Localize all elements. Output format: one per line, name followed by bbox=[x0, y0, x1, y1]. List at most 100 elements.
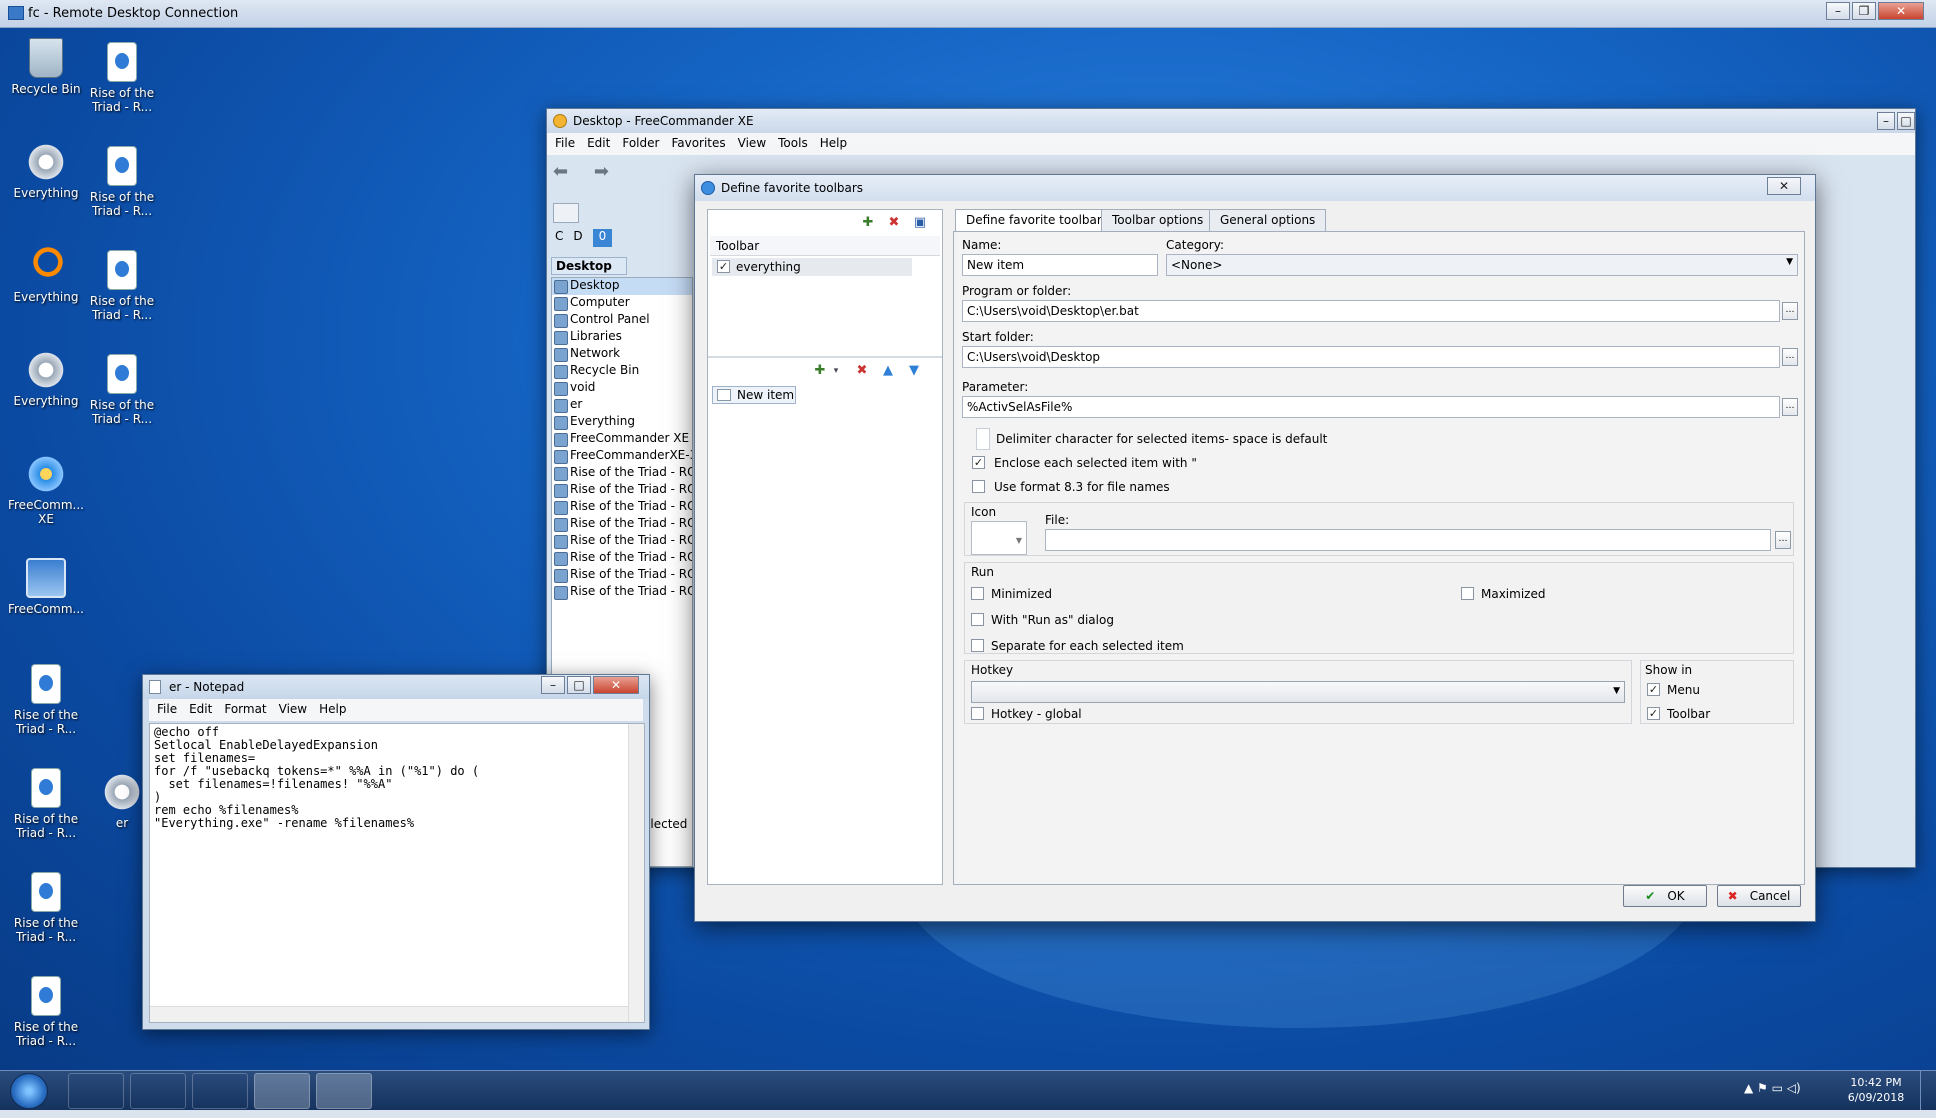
notepad-text-area[interactable]: @echo off Setlocal EnableDelayedExpansion… bbox=[149, 723, 645, 1023]
separate-checkbox[interactable] bbox=[971, 639, 984, 652]
delete-toolbar-icon[interactable]: ✖ bbox=[886, 216, 902, 230]
np-menu-view[interactable]: View bbox=[279, 702, 307, 718]
tree-item[interactable]: Rise of the Triad - RO bbox=[552, 567, 692, 584]
np-menu-help[interactable]: Help bbox=[319, 702, 346, 718]
format83-checkbox[interactable] bbox=[972, 480, 985, 493]
taskbar-notepad-icon[interactable] bbox=[316, 1073, 372, 1109]
browse-icon-file-button[interactable]: … bbox=[1775, 531, 1791, 549]
dialog-close-button[interactable]: ✕ bbox=[1767, 177, 1801, 195]
desktop-icon-recycle-bin[interactable]: Recycle Bin bbox=[4, 38, 88, 96]
browse-program-button[interactable]: … bbox=[1782, 302, 1798, 320]
tree-item[interactable]: Rise of the Triad - RO bbox=[552, 499, 692, 516]
fc-menu-view[interactable]: View bbox=[738, 136, 766, 152]
desktop-icon-rott-1[interactable]: Rise of the Triad - R... bbox=[80, 42, 164, 114]
maximized-checkbox[interactable] bbox=[1461, 587, 1474, 600]
tree-item[interactable]: FreeCommander XE bbox=[552, 431, 692, 448]
tab-toolbar-options[interactable]: Toolbar options bbox=[1101, 209, 1215, 231]
desktop-icon-rott-6[interactable]: Rise of the Triad - R... bbox=[4, 768, 88, 840]
tree-item[interactable]: Rise of the Triad - RO bbox=[552, 550, 692, 567]
taskbar-freecommander-icon[interactable] bbox=[254, 1073, 310, 1109]
desktop-icon-rott-3[interactable]: Rise of the Triad - R... bbox=[80, 250, 164, 322]
back-arrow-icon[interactable]: ⬅ bbox=[553, 161, 568, 182]
cancel-button[interactable]: ✖ Cancel bbox=[1717, 885, 1801, 907]
enclose-checkbox[interactable]: ✓ bbox=[972, 456, 985, 469]
taskbar-media-player-icon[interactable] bbox=[192, 1073, 248, 1109]
category-select[interactable]: <None> ▼ bbox=[1166, 254, 1798, 276]
add-toolbar-icon[interactable]: ✚ bbox=[860, 216, 876, 230]
tree-item[interactable]: Rise of the Triad - RO bbox=[552, 584, 692, 601]
add-item-icon[interactable]: ✚ bbox=[812, 364, 828, 378]
desktop-icon-rott-4[interactable]: Rise of the Triad - R... bbox=[80, 354, 164, 426]
drive-d[interactable]: D bbox=[573, 229, 582, 247]
show-desktop-button[interactable] bbox=[1920, 1071, 1934, 1111]
fc-folder-tab[interactable]: Desktop bbox=[551, 257, 627, 275]
notepad-minimize-button[interactable]: – bbox=[541, 676, 565, 694]
run-as-checkbox[interactable] bbox=[971, 613, 984, 626]
desktop-icon-everything-3[interactable]: Everything bbox=[4, 350, 88, 408]
hotkey-global-checkbox[interactable] bbox=[971, 707, 984, 720]
show-in-menu-checkbox[interactable]: ✓ bbox=[1647, 683, 1660, 696]
desktop-icon-rott-8[interactable]: Rise of the Triad - R... bbox=[4, 976, 88, 1048]
tree-item[interactable]: Rise of the Triad - RO bbox=[552, 533, 692, 550]
np-menu-format[interactable]: Format bbox=[224, 702, 266, 718]
tray-clock[interactable]: 10:42 PM 6/09/2018 bbox=[1836, 1075, 1916, 1105]
rdp-minimize-button[interactable]: – bbox=[1826, 2, 1850, 20]
desktop-icon-everything-1[interactable]: Everything bbox=[4, 142, 88, 200]
rename-toolbar-icon[interactable]: ▣ bbox=[912, 216, 928, 230]
fc-view-button[interactable] bbox=[553, 203, 579, 223]
tree-item[interactable]: Rise of the Triad - RO bbox=[552, 516, 692, 533]
hotkey-select[interactable]: ▼ bbox=[971, 681, 1625, 703]
forward-arrow-icon[interactable]: ➡ bbox=[594, 161, 609, 182]
show-in-toolbar-checkbox[interactable]: ✓ bbox=[1647, 707, 1660, 720]
fc-menu-edit[interactable]: Edit bbox=[587, 136, 610, 152]
rdp-restore-button[interactable]: ❐ bbox=[1852, 2, 1876, 20]
item-list-entry[interactable]: New item bbox=[712, 386, 796, 404]
fc-menu-help[interactable]: Help bbox=[820, 136, 847, 152]
tree-item[interactable]: Everything bbox=[552, 414, 692, 431]
fc-minimize-button[interactable]: – bbox=[1877, 112, 1895, 130]
notepad-horizontal-scrollbar[interactable] bbox=[150, 1006, 628, 1022]
icon-picker[interactable]: ▼ bbox=[971, 521, 1027, 555]
tree-item[interactable]: Rise of the Triad - RO bbox=[552, 482, 692, 499]
fc-menu-file[interactable]: File bbox=[555, 136, 575, 152]
desktop-icon-freecommander[interactable]: FreeComm... bbox=[4, 558, 88, 616]
tree-item[interactable]: Computer bbox=[552, 295, 692, 312]
desktop-icon-rott-7[interactable]: Rise of the Triad - R... bbox=[4, 872, 88, 944]
desktop-icon-rott-2[interactable]: Rise of the Triad - R... bbox=[80, 146, 164, 218]
desktop-icon-everything-2[interactable]: Everything bbox=[4, 246, 88, 304]
fc-menu-tools[interactable]: Tools bbox=[778, 136, 808, 152]
tree-item[interactable]: FreeCommanderXE-32 bbox=[552, 448, 692, 465]
fc-menu-folder[interactable]: Folder bbox=[622, 136, 659, 152]
fc-menu-favorites[interactable]: Favorites bbox=[671, 136, 725, 152]
name-input[interactable]: New item bbox=[962, 254, 1158, 276]
drive-c[interactable]: C bbox=[555, 229, 563, 247]
tab-define-favorite-toolbars[interactable]: Define favorite toolbars bbox=[955, 209, 1120, 232]
delete-item-icon[interactable]: ✖ bbox=[854, 364, 870, 378]
start-button[interactable] bbox=[10, 1073, 48, 1109]
icon-file-input[interactable] bbox=[1045, 529, 1771, 551]
fc-maximize-button[interactable]: □ bbox=[1897, 112, 1915, 130]
browse-parameter-button[interactable]: … bbox=[1782, 398, 1798, 416]
desktop-icon-rott-5[interactable]: Rise of the Triad - R... bbox=[4, 664, 88, 736]
tree-item[interactable]: Recycle Bin bbox=[552, 363, 692, 380]
tree-item[interactable]: Rise of the Triad - RO bbox=[552, 465, 692, 482]
desktop-icon-freecommander-xe[interactable]: FreeComm... XE bbox=[4, 454, 88, 526]
notepad-maximize-button[interactable]: □ bbox=[567, 676, 591, 694]
tree-root-desktop[interactable]: Desktop bbox=[552, 278, 692, 295]
tree-item[interactable]: Control Panel bbox=[552, 312, 692, 329]
taskbar-explorer-icon[interactable] bbox=[130, 1073, 186, 1109]
tree-item[interactable]: Network bbox=[552, 346, 692, 363]
toolbar-list-item[interactable]: ✓ everything bbox=[712, 258, 912, 276]
browse-start-folder-button[interactable]: … bbox=[1782, 348, 1798, 366]
taskbar-ie-icon[interactable] bbox=[68, 1073, 124, 1109]
parameter-input[interactable]: %ActivSelAsFile% bbox=[962, 396, 1780, 418]
tree-item[interactable]: er bbox=[552, 397, 692, 414]
minimized-checkbox[interactable] bbox=[971, 587, 984, 600]
move-down-icon[interactable]: ▼ bbox=[906, 364, 922, 378]
tree-item[interactable]: void bbox=[552, 380, 692, 397]
start-folder-input[interactable]: C:\Users\void\Desktop bbox=[962, 346, 1780, 368]
delimiter-input[interactable] bbox=[976, 428, 990, 450]
toolbar-item-checkbox[interactable]: ✓ bbox=[717, 260, 730, 273]
program-input[interactable]: C:\Users\void\Desktop\er.bat bbox=[962, 300, 1780, 322]
notepad-vertical-scrollbar[interactable] bbox=[628, 724, 644, 1022]
